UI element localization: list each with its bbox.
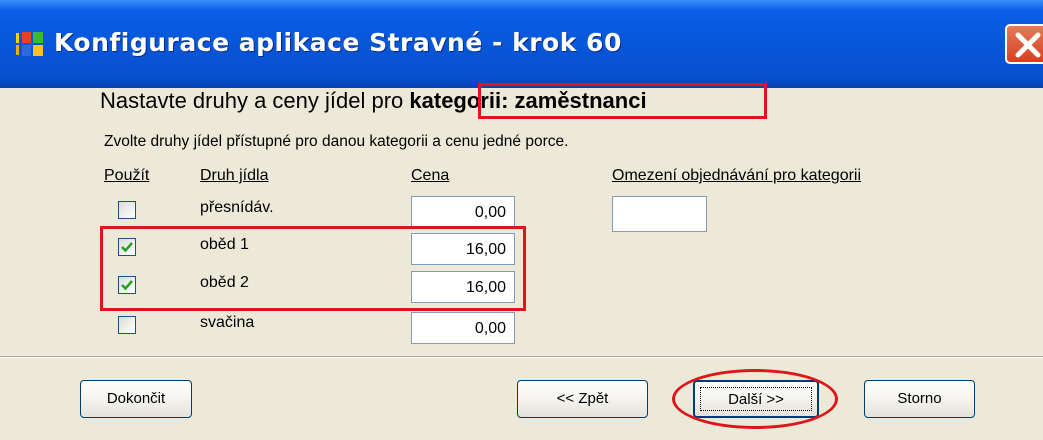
column-header-price: Cena xyxy=(411,167,450,184)
meal-label: přesnídáv. xyxy=(200,199,274,216)
instructions-text: Zvolte druhy jídel přístupné pro danou k… xyxy=(104,133,569,150)
use-checkbox-presnidavka[interactable] xyxy=(118,201,136,219)
button-divider xyxy=(0,356,1043,358)
finish-button-label: Dokončit xyxy=(106,390,166,407)
cancel-button-label: Storno xyxy=(897,390,942,407)
selected-meals-highlight-box xyxy=(100,226,526,311)
meal-label: svačina xyxy=(200,314,255,331)
price-input-presnidavka[interactable]: 0,00 xyxy=(411,196,515,228)
close-button[interactable] xyxy=(1005,24,1043,64)
cancel-button[interactable]: Storno xyxy=(864,380,975,418)
heading-prefix: Nastavte druhy a ceny jídel pro xyxy=(100,88,410,113)
close-icon xyxy=(1015,32,1041,58)
finish-button[interactable]: Dokončit xyxy=(80,380,192,418)
price-input-svacina[interactable]: 0,00 xyxy=(411,312,515,344)
config-dialog: Konfigurace aplikace Stravné - krok 60 N… xyxy=(0,0,1043,440)
windows-logo-icon xyxy=(16,32,43,56)
use-checkbox-svacina[interactable] xyxy=(118,316,136,334)
window-title: Konfigurace aplikace Stravné - krok 60 xyxy=(54,28,622,57)
back-button[interactable]: << Zpět xyxy=(517,380,648,418)
back-button-label: << Zpět xyxy=(556,390,609,407)
column-header-order-limit: Omezení objednávání pro kategorii xyxy=(612,167,862,184)
order-limit-input[interactable] xyxy=(612,196,707,232)
next-button-highlight-ellipse xyxy=(672,369,838,429)
title-bar[interactable]: Konfigurace aplikace Stravné - krok 60 xyxy=(0,0,1043,88)
category-highlight-box xyxy=(478,83,767,119)
column-header-meal-type: Druh jídla xyxy=(200,167,269,184)
column-header-use: Použít xyxy=(104,167,150,184)
